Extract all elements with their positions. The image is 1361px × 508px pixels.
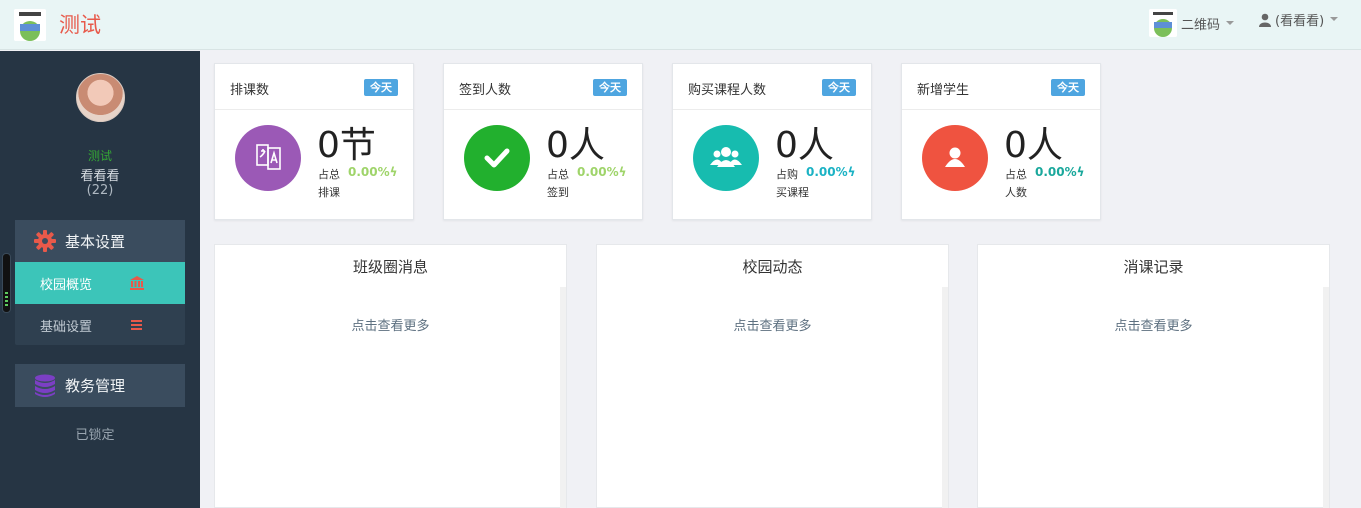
qr-thumbnail-icon — [1149, 9, 1177, 37]
stat-sub-label: 占购 — [776, 168, 798, 181]
check-icon — [464, 125, 530, 191]
bolt-icon: ϟ — [389, 165, 398, 179]
panel-scrollbar[interactable] — [1323, 287, 1329, 508]
org-name: 测试 — [87, 149, 112, 163]
panel-scrollbar[interactable] — [560, 287, 566, 508]
list-icon — [130, 317, 144, 331]
view-more-link[interactable]: 点击查看更多 — [978, 315, 1329, 334]
nav-group-basic-settings: 基本设置 校园概览 基础设置 — [15, 220, 185, 345]
nav-group-label: 教务管理 — [65, 377, 126, 395]
stat-card-header: 购买课程人数 今天 — [673, 64, 871, 110]
stat-sub-label-2: 人数 — [1005, 186, 1027, 199]
panel-scrollbar[interactable] — [942, 287, 948, 508]
today-badge: 今天 — [593, 79, 627, 96]
nav-group-label: 基本设置 — [65, 232, 126, 251]
sidebar-item-label: 基础设置 — [40, 319, 93, 335]
stat-sub-label: 占总 — [1005, 168, 1027, 181]
stat-sub-label-2: 买课程 — [776, 186, 809, 199]
sidebar-scroll-handle[interactable] — [2, 253, 11, 313]
sidebar-item-label: 校园概览 — [40, 277, 93, 293]
bolt-icon: ϟ — [847, 165, 856, 179]
sidebar-item-basic-settings[interactable]: 基础设置 — [15, 304, 185, 346]
stat-percent: 0.00%ϟ — [577, 165, 627, 179]
today-badge: 今天 — [364, 79, 398, 96]
stat-title: 新增学生 — [917, 83, 970, 98]
sidebar-user-name: 看看看 — [80, 169, 120, 184]
stat-card-header: 签到人数 今天 — [444, 64, 642, 110]
bolt-icon: ϟ — [1076, 165, 1085, 179]
bank-icon — [130, 275, 144, 290]
stat-card-course-buyers: 购买课程人数 今天 0人 占购 0.00%ϟ 买课程 — [672, 63, 872, 220]
stat-title: 签到人数 — [459, 83, 512, 98]
database-icon — [34, 374, 56, 398]
panel-campus-news: 校园动态 点击查看更多 — [596, 244, 949, 508]
panel-title: 校园动态 — [742, 258, 803, 276]
panel-class-circle-messages: 班级圈消息 点击查看更多 — [214, 244, 567, 508]
today-badge: 今天 — [1051, 79, 1085, 96]
sidebar-user-count: (22) — [86, 183, 114, 198]
gear-icon — [34, 230, 56, 252]
stat-sub-label-2: 排课 — [318, 186, 340, 199]
stat-percent-value: 0.00% — [1035, 165, 1077, 179]
translate-icon — [235, 125, 301, 191]
avatar[interactable] — [76, 73, 125, 122]
panel-class-consumption-records: 消课记录 点击查看更多 — [977, 244, 1330, 508]
stat-percent-value: 0.00% — [577, 165, 619, 179]
stat-percent-value: 0.00% — [348, 165, 390, 179]
stat-card-header: 新增学生 今天 — [902, 64, 1100, 110]
user-icon — [1259, 12, 1271, 27]
sidebar: 测试 看看看 (22) 基本设置 校园概览 基础设置 教务管理 已锁定 — [0, 51, 200, 508]
stat-card-schedule-count: 排课数 今天 0节 占总 0.00%ϟ 排课 — [214, 63, 414, 220]
stat-value: 0人 — [775, 125, 834, 166]
chevron-down-icon — [1226, 21, 1235, 25]
sidebar-item-campus-overview[interactable]: 校园概览 — [15, 262, 185, 304]
top-bar: 测试 二维码 (看看看) — [0, 0, 1361, 50]
stat-sub-label: 占总 — [318, 168, 340, 181]
user-name-label: (看看看) — [1275, 13, 1325, 29]
app-title: 测试 — [59, 13, 101, 37]
panel-title: 班级圈消息 — [352, 258, 428, 276]
stat-value: 0人 — [546, 125, 605, 166]
locked-status: 已锁定 — [75, 428, 115, 443]
users-icon — [693, 125, 759, 191]
stat-card-new-students: 新增学生 今天 0人 占总 0.00%ϟ 人数 — [901, 63, 1101, 220]
qr-code-menu[interactable]: 二维码 — [1149, 8, 1235, 38]
user-menu[interactable]: (看看看) — [1259, 9, 1339, 29]
stat-title: 购买课程人数 — [688, 83, 767, 98]
stat-sub-label: 占总 — [547, 168, 569, 181]
view-more-link[interactable]: 点击查看更多 — [597, 315, 948, 334]
stat-percent-value: 0.00% — [806, 165, 848, 179]
nav-group-header-basic-settings[interactable]: 基本设置 — [15, 220, 185, 262]
today-badge: 今天 — [822, 79, 856, 96]
stat-value: 0节 — [317, 125, 376, 166]
stat-title: 排课数 — [230, 83, 270, 98]
stat-sub-label-2: 签到 — [547, 186, 569, 199]
stat-value: 0人 — [1004, 125, 1063, 166]
logo-icon[interactable] — [14, 9, 46, 41]
qr-code-label: 二维码 — [1181, 17, 1221, 33]
stat-card-header: 排课数 今天 — [215, 64, 413, 110]
view-more-link[interactable]: 点击查看更多 — [215, 315, 566, 334]
user-icon — [922, 125, 988, 191]
bolt-icon: ϟ — [618, 165, 627, 179]
stat-percent: 0.00%ϟ — [348, 165, 398, 179]
stat-card-checkin-count: 签到人数 今天 0人 占总 0.00%ϟ 签到 — [443, 63, 643, 220]
chevron-down-icon — [1330, 17, 1339, 21]
stat-percent: 0.00%ϟ — [806, 165, 856, 179]
panel-title: 消课记录 — [1123, 258, 1184, 276]
nav-group-academic-management[interactable]: 教务管理 — [15, 364, 185, 407]
stat-percent: 0.00%ϟ — [1035, 165, 1085, 179]
